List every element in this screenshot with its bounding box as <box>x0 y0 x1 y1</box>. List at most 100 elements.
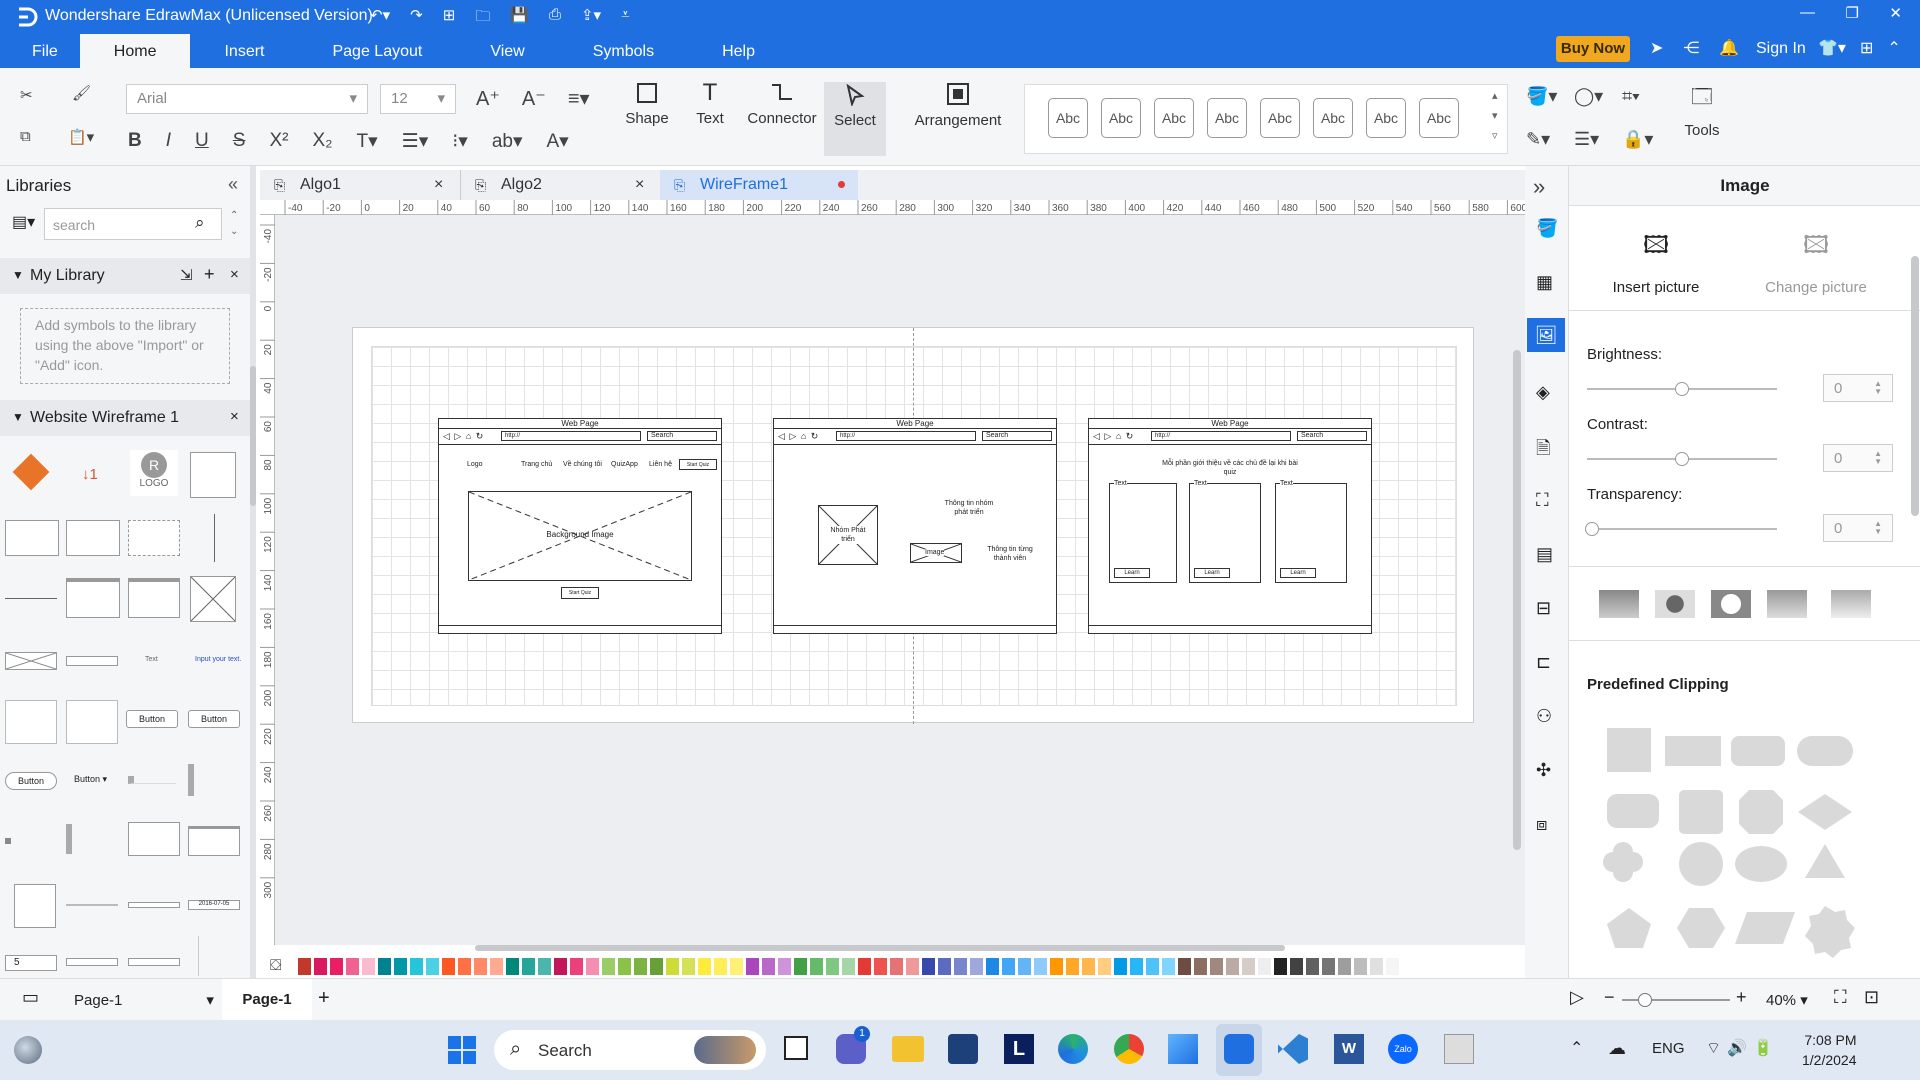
add-page-icon[interactable]: + <box>318 987 330 1010</box>
layers-icon[interactable]: ◈ <box>1536 382 1550 403</box>
color-swatch[interactable] <box>858 958 871 975</box>
color-swatch[interactable] <box>730 958 743 975</box>
color-swatch[interactable] <box>1290 958 1303 975</box>
spinner-icon[interactable]: ▲ ▼ <box>1874 450 1882 466</box>
bullets-icon[interactable]: ⁝▾ <box>452 130 468 153</box>
restore-button[interactable]: ❐ <box>1845 4 1858 22</box>
arrangement-button[interactable]: Arrangement <box>910 82 1006 129</box>
color-swatch[interactable] <box>778 958 791 975</box>
vscode-icon[interactable] <box>1278 1034 1308 1064</box>
box-symbol[interactable] <box>5 520 59 556</box>
presentation-icon[interactable]: ⧈ <box>1536 814 1547 835</box>
select-button[interactable]: Select <box>824 82 886 156</box>
apps-icon[interactable]: ⊞ <box>1860 38 1873 58</box>
chrome-icon[interactable] <box>1114 1034 1144 1064</box>
style-swatch[interactable]: Abc <box>1260 98 1300 138</box>
progress-symbol[interactable] <box>128 902 180 908</box>
color-swatch[interactable] <box>986 958 999 975</box>
color-swatch[interactable] <box>714 958 727 975</box>
checkbox-symbol[interactable] <box>128 776 176 784</box>
send-icon[interactable]: ➤ <box>1650 38 1663 58</box>
color-swatch[interactable] <box>1178 958 1191 975</box>
color-swatch[interactable] <box>522 958 535 975</box>
close-tab-icon[interactable]: × <box>434 170 443 200</box>
line-spacing-icon[interactable]: ☰▾ <box>402 130 429 153</box>
font-size-select[interactable]: 12 ▾ <box>380 84 456 114</box>
style-swatch[interactable]: Abc <box>1048 98 1088 138</box>
text-format-icon[interactable]: T▾ <box>357 130 378 153</box>
color-swatch[interactable] <box>938 958 951 975</box>
fit-page-icon[interactable]: ⛶ <box>1834 987 1847 1008</box>
color-swatch[interactable] <box>922 958 935 975</box>
zalo-icon[interactable]: Zalo <box>1388 1034 1418 1064</box>
color-swatch[interactable] <box>698 958 711 975</box>
transparency-input[interactable]: 0 ▲ ▼ <box>1823 514 1893 542</box>
window-symbol[interactable] <box>66 578 120 618</box>
image-effect-preset[interactable] <box>1599 590 1639 618</box>
color-swatch[interactable] <box>810 958 823 975</box>
import-icon[interactable]: ⇲ <box>180 266 193 284</box>
case-icon[interactable]: ab▾ <box>492 130 523 153</box>
tab-page-layout[interactable]: Page Layout <box>298 34 456 68</box>
color-swatch[interactable] <box>1114 958 1127 975</box>
color-swatch[interactable] <box>1306 958 1319 975</box>
list-box-symbol[interactable] <box>14 884 56 928</box>
button-symbol[interactable]: Button <box>188 710 240 728</box>
app-window-icon[interactable] <box>1444 1034 1474 1064</box>
color-swatch[interactable] <box>570 958 583 975</box>
color-swatch[interactable] <box>458 958 471 975</box>
color-swatch[interactable] <box>330 958 343 975</box>
crop-icon[interactable]: ⌗▾ <box>1622 86 1670 107</box>
style-swatch[interactable]: Abc <box>1366 98 1406 138</box>
print-icon[interactable]: ⎙ <box>549 6 561 31</box>
fill-panel-icon[interactable]: 🪣 <box>1536 218 1558 239</box>
canvas-area[interactable]: Web Page ◁ ▷ ⌂ ↻ http:// Search Logo Tra… <box>275 215 1525 951</box>
buy-now-button[interactable]: Buy Now <box>1556 36 1630 62</box>
l-app-icon[interactable]: L <box>1004 1034 1034 1064</box>
wireframe-page-1[interactable]: Web Page ◁ ▷ ⌂ ↻ http:// Search Logo Tra… <box>438 418 722 634</box>
style-swatch[interactable]: Abc <box>1419 98 1459 138</box>
color-swatch[interactable] <box>538 958 551 975</box>
color-swatch[interactable] <box>1338 958 1351 975</box>
word-icon[interactable]: W <box>1334 1034 1364 1064</box>
button-symbol[interactable]: Button <box>126 710 178 728</box>
my-library-header[interactable]: ▼ My Library ⇲ + × <box>0 258 250 294</box>
spinner-icon[interactable]: ▲ ▼ <box>1874 520 1882 536</box>
brightness-input[interactable]: 0 ▲ ▼ <box>1823 374 1893 402</box>
color-swatch[interactable] <box>426 958 439 975</box>
microsoft-store-icon[interactable] <box>948 1034 978 1064</box>
dropdown-button-symbol[interactable]: Button ▾ <box>74 774 107 785</box>
color-swatch[interactable] <box>1146 958 1159 975</box>
open-folder-icon[interactable]: 🗀 <box>475 6 490 31</box>
paste-icon[interactable]: 📋▾ <box>68 128 94 146</box>
color-swatch[interactable] <box>1034 958 1047 975</box>
bell-icon[interactable]: 🔔 <box>1719 38 1739 58</box>
vertical-scrollbar[interactable] <box>1513 215 1523 945</box>
zoom-slider-knob[interactable] <box>1638 993 1652 1007</box>
format-painter-icon[interactable]: 🖌 <box>72 84 91 102</box>
doc-tab-algo1[interactable]: ⎘ Algo1 × <box>260 170 458 200</box>
table-panel-icon[interactable]: ▤ <box>1536 544 1553 565</box>
clock[interactable]: 7:08 PM 1/2/2024 <box>1802 1030 1857 1070</box>
color-swatch[interactable] <box>506 958 519 975</box>
spinner-icon[interactable]: ▲ ▼ <box>1874 380 1882 396</box>
wireframe-page-3[interactable]: Web Page ◁ ▷ ⌂ ↻ http:// Search Mỗi phần… <box>1088 418 1372 634</box>
vertical-line-symbol[interactable] <box>214 514 215 562</box>
lock-icon[interactable]: 🔒▾ <box>1622 129 1670 150</box>
tab-home[interactable]: Home <box>79 34 191 68</box>
image-effect-preset[interactable] <box>1655 590 1695 618</box>
fill-icon[interactable]: 🪣▾ <box>1526 86 1574 107</box>
export-icon[interactable]: ⇪▾ <box>581 6 601 31</box>
color-swatch[interactable] <box>762 958 775 975</box>
color-swatch[interactable] <box>602 958 615 975</box>
color-swatch[interactable] <box>1210 958 1223 975</box>
line-style-icon[interactable]: ☰▾ <box>1574 129 1622 150</box>
font-family-select[interactable]: Arial ▾ <box>126 84 368 114</box>
radio-list-symbol[interactable] <box>66 824 116 854</box>
italic-icon[interactable]: I <box>166 130 171 153</box>
radio-symbol[interactable] <box>5 838 55 844</box>
color-swatch[interactable] <box>1258 958 1271 975</box>
decrease-font-icon[interactable]: A⁻ <box>522 86 546 111</box>
color-swatch[interactable] <box>826 958 839 975</box>
cut-icon[interactable]: ✂ <box>20 86 33 104</box>
